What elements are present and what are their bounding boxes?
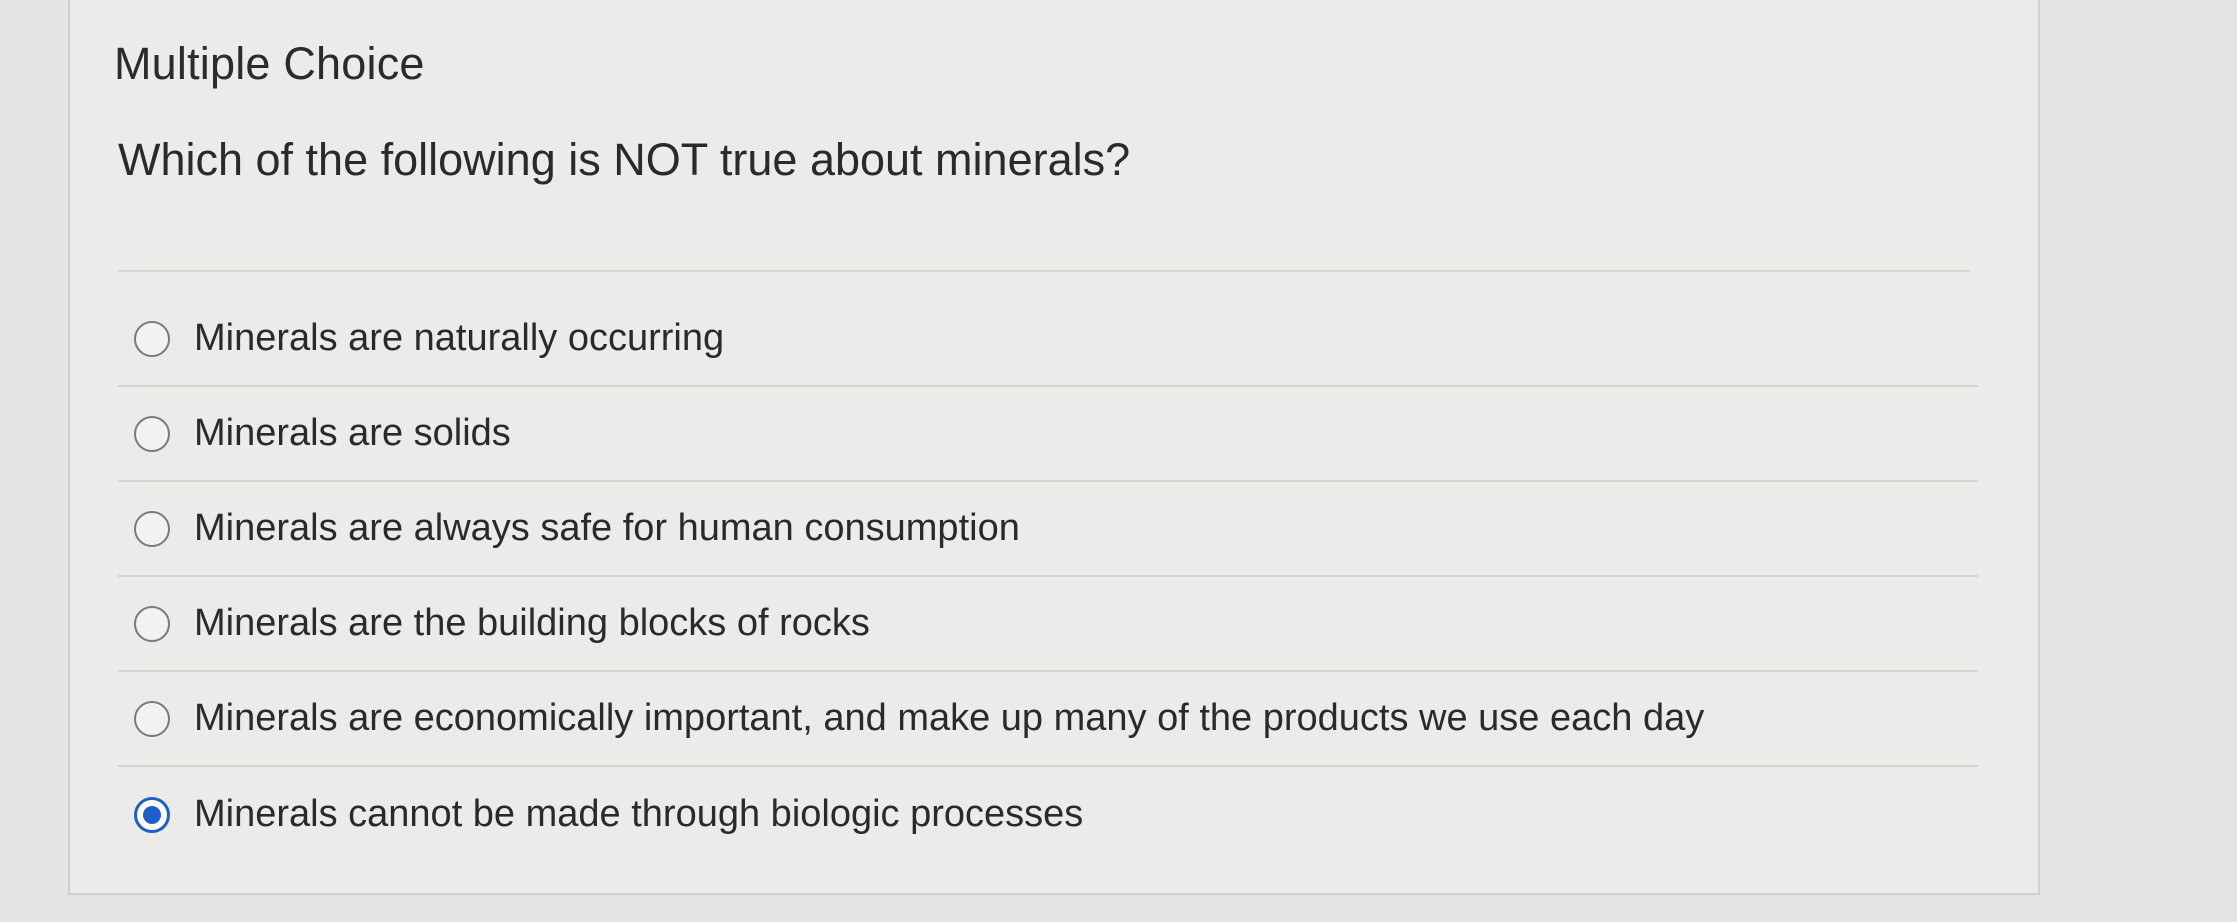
radio-button[interactable] <box>134 605 170 642</box>
answer-option-label: Minerals are always safe for human consu… <box>194 507 1020 549</box>
answer-options: Minerals are naturally occurring Mineral… <box>118 292 1978 862</box>
radio-button-selected[interactable] <box>134 796 170 833</box>
question-type-label: Multiple Choice <box>114 38 425 89</box>
divider <box>118 270 1970 272</box>
question-text: Which of the following is NOT true about… <box>118 134 1131 185</box>
radio-button[interactable] <box>134 320 170 357</box>
answer-option-label: Minerals are naturally occurring <box>194 317 725 359</box>
answer-option[interactable]: Minerals are the building blocks of rock… <box>118 577 1978 672</box>
answer-option-label: Minerals are economically important, and… <box>194 697 1705 739</box>
answer-option-label: Minerals are solids <box>194 412 511 454</box>
answer-option[interactable]: Minerals are naturally occurring <box>118 292 1978 387</box>
radio-button[interactable] <box>134 510 170 547</box>
radio-button[interactable] <box>134 415 170 452</box>
answer-option-label: Minerals cannot be made through biologic… <box>194 793 1084 835</box>
answer-option[interactable]: Minerals are solids <box>118 387 1978 482</box>
answer-option-selected[interactable]: Minerals cannot be made through biologic… <box>118 767 1978 862</box>
answer-option[interactable]: Minerals are economically important, and… <box>118 672 1978 767</box>
answer-option[interactable]: Minerals are always safe for human consu… <box>118 482 1978 577</box>
answer-option-label: Minerals are the building blocks of rock… <box>194 602 870 644</box>
radio-button[interactable] <box>134 700 170 737</box>
